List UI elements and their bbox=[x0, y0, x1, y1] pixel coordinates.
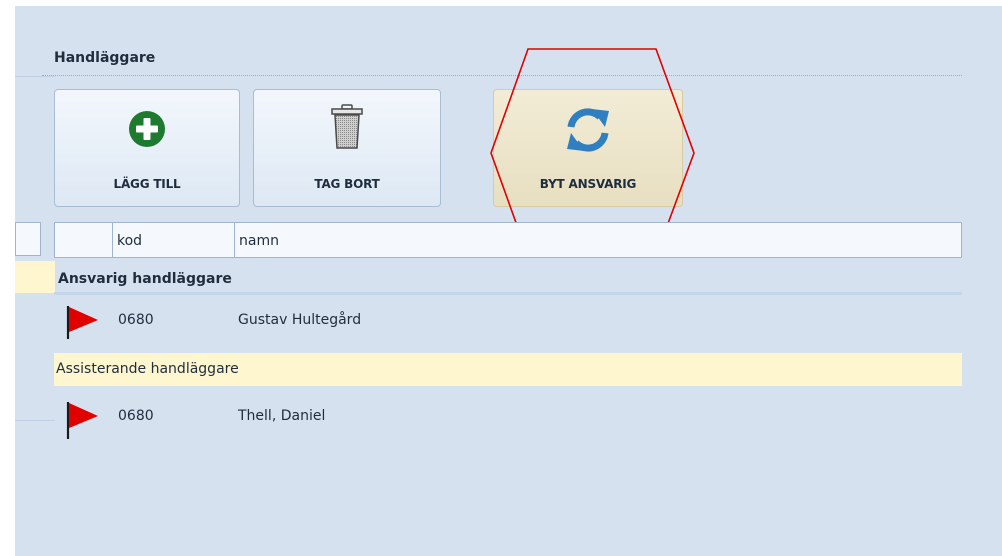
left-pane-edge bbox=[15, 76, 55, 436]
red-flag-icon bbox=[66, 402, 98, 439]
add-button-label: LÄGG TILL bbox=[113, 177, 181, 191]
column-header-icon[interactable] bbox=[55, 223, 113, 257]
section-title: Handläggare bbox=[54, 50, 156, 66]
delete-button-label: TAG BORT bbox=[314, 177, 380, 191]
row-code: 0680 bbox=[118, 408, 154, 424]
row-code: 0680 bbox=[118, 312, 154, 328]
plus-circle-icon bbox=[129, 111, 165, 147]
add-button[interactable]: LÄGG TILL bbox=[54, 89, 240, 207]
trash-can-icon bbox=[331, 104, 363, 149]
table-row[interactable]: 0680 Thell, Daniel bbox=[54, 398, 962, 439]
red-flag-icon bbox=[66, 306, 98, 339]
group-header-responsible: Ansvarig handläggare bbox=[54, 264, 962, 295]
group-header-assisting: Assisterande handläggare bbox=[54, 353, 962, 386]
row-name: Gustav Hultegård bbox=[238, 312, 362, 328]
grid-header: kod namn bbox=[54, 222, 962, 258]
table-row[interactable]: 0680 Gustav Hultegård bbox=[54, 302, 962, 342]
row-name: Thell, Daniel bbox=[238, 408, 326, 424]
delete-button[interactable]: TAG BORT bbox=[253, 89, 441, 207]
column-header-code[interactable]: kod bbox=[113, 223, 235, 257]
column-header-name[interactable]: namn bbox=[235, 223, 961, 257]
